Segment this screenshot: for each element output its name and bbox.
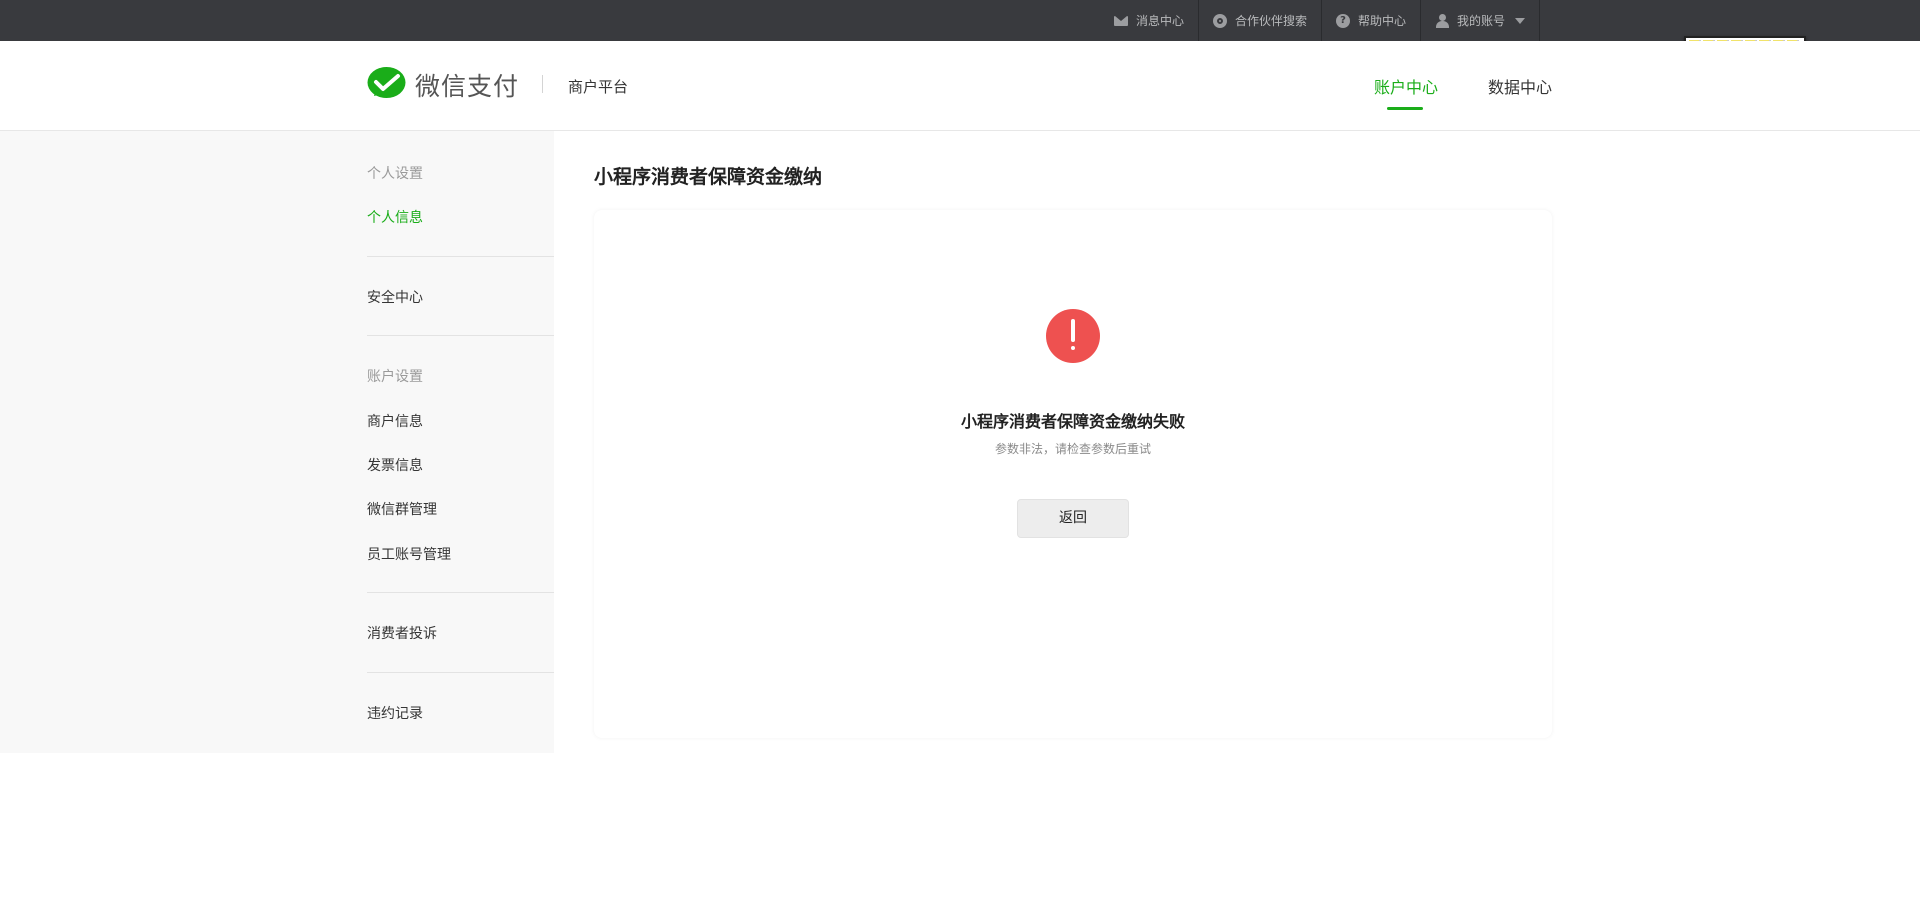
result-description: 参数非法，请检查参数后重试 [994,442,1151,456]
message-center-link[interactable]: 消息中心 [1100,0,1200,41]
sidebar-divider [367,592,554,593]
partner-search-label: 合作伙伴搜索 [1235,14,1308,28]
help-center-link[interactable]: ? 帮助中心 [1322,0,1422,41]
sidebar-item-consumer-complaint[interactable]: 消费者投诉 [367,623,437,643]
sidebar [0,131,554,753]
sidebar-divider [367,256,554,257]
wechat-pay-logo-icon [367,67,406,98]
sidebar-item-violation-record[interactable]: 违约记录 [367,703,423,723]
site-header: 微信支付 商户平台 账户中心 数据中心 [0,41,1920,131]
result-card [594,210,1552,738]
brand-divider [542,75,543,93]
sidebar-section-account: 账户设置 [367,369,423,385]
page-title: 小程序消费者保障资金缴纳 [594,166,823,188]
sidebar-divider [367,672,554,673]
mail-icon [1114,15,1128,26]
message-center-label: 消息中心 [1136,14,1185,28]
user-icon [1435,13,1450,28]
sidebar-item-security-center[interactable]: 安全中心 [367,287,423,307]
my-account-dropdown[interactable]: 我的账号 [1421,0,1541,41]
back-button[interactable]: 返回 [1017,499,1129,538]
nav-active-indicator [1387,107,1423,110]
top-bar-links: 消息中心 合作伙伴搜索 ? 帮助中心 我的账号 [1100,0,1541,41]
sidebar-item-staff-account[interactable]: 员工账号管理 [367,544,451,564]
brand-name: 微信支付 [415,72,520,101]
help-icon: ? [1336,13,1351,28]
chevron-down-icon [1515,17,1526,24]
nav-data-center[interactable]: 数据中心 [1488,74,1552,98]
sidebar-item-merchant-info[interactable]: 商户信息 [367,411,423,431]
error-icon [1046,309,1100,363]
nav-account-center[interactable]: 账户中心 [1374,74,1438,98]
partner-search-link[interactable]: 合作伙伴搜索 [1199,0,1323,41]
top-bar: 消息中心 合作伙伴搜索 ? 帮助中心 我的账号 [0,0,1920,41]
partner-search-icon [1213,13,1228,28]
sidebar-item-personal-info[interactable]: 个人信息 [367,207,423,227]
result-title: 小程序消费者保障资金缴纳失败 [960,412,1185,431]
sidebar-section-personal: 个人设置 [367,166,423,182]
platform-name: 商户平台 [568,78,629,96]
my-account-label: 我的账号 [1457,14,1506,28]
sidebar-item-wechat-group[interactable]: 微信群管理 [367,499,437,519]
sidebar-divider [367,335,554,336]
sidebar-item-invoice-info[interactable]: 发票信息 [367,455,423,475]
help-center-label: 帮助中心 [1358,14,1407,28]
